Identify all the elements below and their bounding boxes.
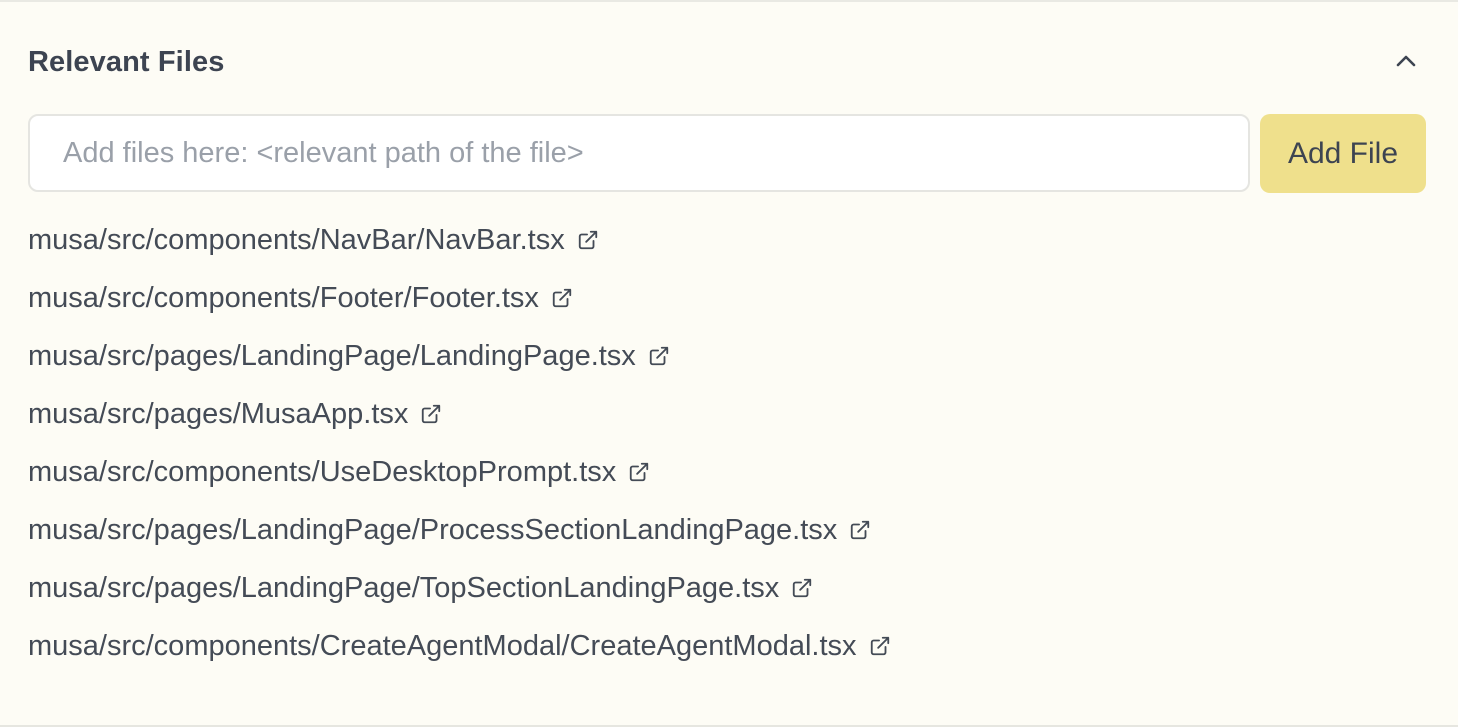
external-link-icon[interactable] [420, 403, 442, 425]
section-header[interactable]: Relevant Files [28, 42, 1428, 84]
list-item: musa/src/pages/LandingPage/LandingPage.t… [28, 336, 891, 394]
file-link[interactable]: musa/src/components/NavBar/NavBar.tsx [28, 220, 599, 260]
file-path: musa/src/components/UseDesktopPrompt.tsx [28, 456, 617, 488]
file-path: musa/src/components/Footer/Footer.tsx [28, 282, 539, 314]
add-file-row: Add File [28, 114, 1428, 194]
file-link[interactable]: musa/src/components/UseDesktopPrompt.tsx [28, 452, 650, 492]
file-path: musa/src/pages/MusaApp.tsx [28, 398, 409, 430]
file-link[interactable]: musa/src/pages/LandingPage/TopSectionLan… [28, 568, 813, 608]
file-link[interactable]: musa/src/components/Footer/Footer.tsx [28, 278, 573, 318]
file-path: musa/src/components/NavBar/NavBar.tsx [28, 224, 565, 256]
external-link-icon[interactable] [791, 577, 813, 599]
list-item: musa/src/components/NavBar/NavBar.tsx [28, 220, 891, 278]
section-title: Relevant Files [28, 46, 225, 78]
list-item: musa/src/components/Footer/Footer.tsx [28, 278, 891, 336]
external-link-icon[interactable] [849, 519, 871, 541]
external-link-icon[interactable] [551, 287, 573, 309]
list-item: musa/src/pages/MusaApp.tsx [28, 394, 891, 452]
list-item: musa/src/components/UseDesktopPrompt.tsx [28, 452, 891, 510]
list-item: musa/src/components/CreateAgentModal/Cre… [28, 626, 891, 684]
file-link[interactable]: musa/src/pages/LandingPage/ProcessSectio… [28, 510, 871, 550]
external-link-icon[interactable] [869, 635, 891, 657]
file-link[interactable]: musa/src/components/CreateAgentModal/Cre… [28, 626, 891, 666]
add-file-button[interactable]: Add File [1260, 114, 1426, 193]
chevron-up-icon[interactable] [1391, 46, 1421, 76]
file-list: musa/src/components/NavBar/NavBar.tsx mu… [28, 220, 891, 684]
file-link[interactable]: musa/src/pages/MusaApp.tsx [28, 394, 442, 434]
file-path: musa/src/pages/LandingPage/ProcessSectio… [28, 514, 838, 546]
external-link-icon[interactable] [577, 229, 599, 251]
external-link-icon[interactable] [648, 345, 670, 367]
external-link-icon[interactable] [628, 461, 650, 483]
relevant-files-panel: Relevant Files Add File musa/src/compone… [0, 0, 1458, 727]
file-link[interactable]: musa/src/pages/LandingPage/LandingPage.t… [28, 336, 670, 376]
file-path-input[interactable] [28, 114, 1250, 192]
list-item: musa/src/pages/LandingPage/ProcessSectio… [28, 510, 891, 568]
file-path: musa/src/components/CreateAgentModal/Cre… [28, 630, 857, 662]
list-item: musa/src/pages/LandingPage/TopSectionLan… [28, 568, 891, 626]
file-path: musa/src/pages/LandingPage/TopSectionLan… [28, 572, 780, 604]
file-path: musa/src/pages/LandingPage/LandingPage.t… [28, 340, 636, 372]
